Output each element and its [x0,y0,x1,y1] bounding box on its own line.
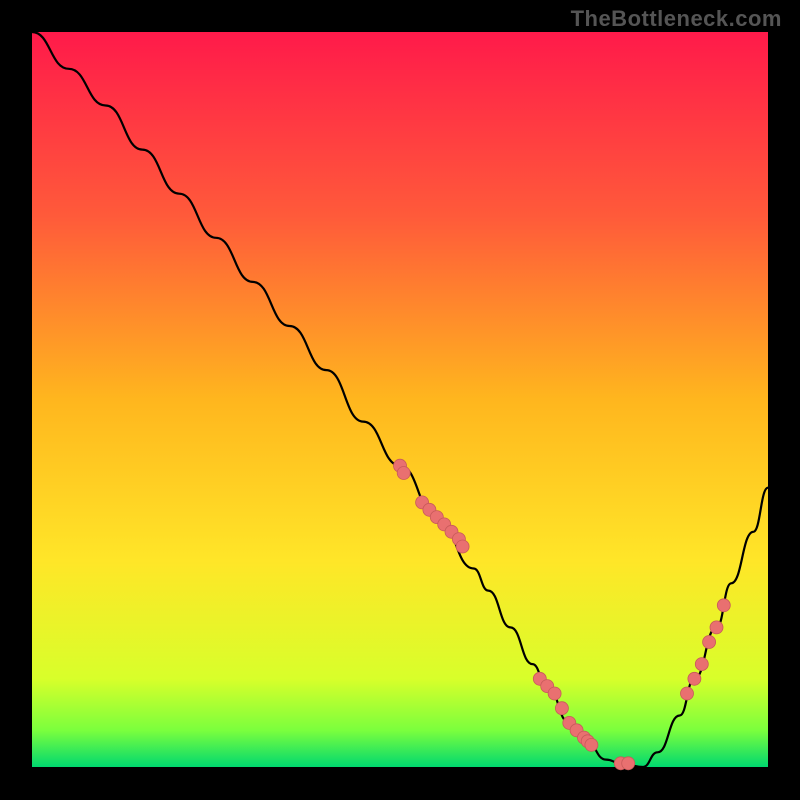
data-point [585,738,598,751]
data-point [681,687,694,700]
data-point [703,636,716,649]
gradient-plot-area [32,32,768,767]
data-point [555,702,568,715]
bottleneck-chart [0,0,800,800]
chart-stage: TheBottleneck.com [0,0,800,800]
data-point [710,621,723,634]
data-point [548,687,561,700]
data-point [717,599,730,612]
data-point [688,672,701,685]
data-point [695,658,708,671]
data-point [397,467,410,480]
watermark-label: TheBottleneck.com [571,6,782,32]
data-point [622,757,635,770]
data-point [456,540,469,553]
